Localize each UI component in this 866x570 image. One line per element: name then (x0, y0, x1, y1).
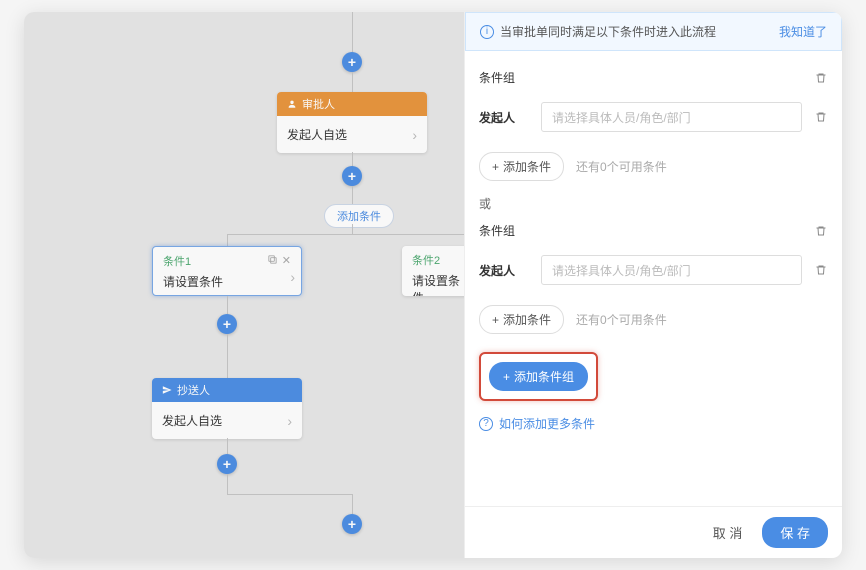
group-header: 条件组 (479, 61, 828, 94)
plus-icon: + (503, 370, 510, 384)
add-condition-row: + 添加条件 还有0个可用条件 (479, 293, 828, 346)
add-group-highlight: + 添加条件组 (479, 352, 598, 401)
copy-icon[interactable] (267, 254, 278, 268)
field-row: 发起人 请选择具体人员/角色/部门 (479, 94, 828, 140)
add-condition-button[interactable]: + 添加条件 (479, 305, 564, 334)
hint-text: 还有0个可用条件 (576, 158, 667, 175)
workflow-canvas[interactable]: + 审批人 发起人自选 › + 添加条件 (24, 12, 464, 558)
connector-line (227, 334, 228, 378)
group-header: 条件组 (479, 214, 828, 247)
approver-header-text: 审批人 (302, 96, 335, 112)
trash-icon[interactable] (814, 110, 828, 124)
connector-line (227, 296, 228, 314)
add-condition-label: 添加条件 (503, 158, 551, 175)
panel-body: 条件组 发起人 请选择具体人员/角色/部门 + 添加条件 还有0个可用条件 (465, 57, 842, 506)
field-label: 发起人 (479, 262, 529, 279)
or-separator: 或 (479, 193, 828, 214)
app-frame: + 审批人 发起人自选 › + 添加条件 (24, 12, 842, 558)
cc-header-text: 抄送人 (177, 382, 210, 398)
trash-icon[interactable] (814, 224, 828, 238)
add-node-button[interactable]: + (217, 314, 237, 334)
banner-ack-link[interactable]: 我知道了 (779, 23, 827, 40)
connector-line (227, 234, 228, 246)
approver-body-text: 发起人自选 (287, 126, 347, 143)
help-text: 如何添加更多条件 (499, 415, 595, 432)
initiator-select[interactable]: 请选择具体人员/角色/部门 (541, 102, 802, 132)
field-label: 发起人 (479, 109, 529, 126)
save-button[interactable]: 保 存 (762, 517, 828, 548)
condition-text: 请设置条件 (412, 272, 462, 296)
chevron-right-icon: › (287, 413, 292, 429)
add-condition-pill[interactable]: 添加条件 (324, 204, 394, 228)
add-node-button[interactable]: + (342, 52, 362, 72)
plus-icon: + (492, 313, 499, 327)
close-icon[interactable]: ✕ (282, 254, 291, 268)
trash-icon[interactable] (814, 263, 828, 277)
add-node-button[interactable]: + (217, 454, 237, 474)
add-node-button[interactable]: + (342, 514, 362, 534)
condition-card-1[interactable]: 条件1 ✕ 请设置条件 › (152, 246, 302, 296)
approver-node[interactable]: 审批人 发起人自选 › (277, 92, 427, 153)
connector-line (227, 234, 464, 235)
help-link[interactable]: ? 如何添加更多条件 (479, 415, 828, 432)
group-title: 条件组 (479, 222, 515, 239)
connector-line (352, 224, 353, 234)
initiator-select[interactable]: 请选择具体人员/角色/部门 (541, 255, 802, 285)
cc-body-text: 发起人自选 (162, 412, 222, 429)
add-group-label: 添加条件组 (514, 368, 574, 385)
cc-header: 抄送人 (152, 378, 302, 402)
add-condition-button[interactable]: + 添加条件 (479, 152, 564, 181)
cancel-button[interactable]: 取 消 (703, 517, 753, 548)
field-row: 发起人 请选择具体人员/角色/部门 (479, 247, 828, 293)
info-banner: i 当审批单同时满足以下条件时进入此流程 我知道了 (465, 12, 842, 51)
plus-icon: + (492, 160, 499, 174)
question-icon: ? (479, 417, 493, 431)
connector-line (227, 474, 228, 494)
chevron-right-icon: › (290, 269, 295, 285)
connector-line (352, 12, 353, 52)
condition-panel: i 当审批单同时满足以下条件时进入此流程 我知道了 条件组 发起人 请选择具体人… (464, 12, 842, 558)
approver-body: 发起人自选 › (277, 116, 427, 153)
person-icon (287, 99, 297, 109)
chevron-right-icon: › (412, 127, 417, 143)
approver-header: 审批人 (277, 92, 427, 116)
condition-text: 请设置条件 (163, 273, 291, 290)
add-condition-group-button[interactable]: + 添加条件组 (489, 362, 588, 391)
add-condition-row: + 添加条件 还有0个可用条件 (479, 140, 828, 193)
info-icon: i (480, 25, 494, 39)
send-icon (162, 385, 172, 395)
condition-title: 条件2 (412, 252, 440, 268)
connector-line (352, 494, 353, 514)
group-title: 条件组 (479, 69, 515, 86)
add-condition-label: 添加条件 (503, 311, 551, 328)
hint-text: 还有0个可用条件 (576, 311, 667, 328)
connector-line (227, 494, 352, 495)
banner-text: 当审批单同时满足以下条件时进入此流程 (500, 23, 716, 40)
add-node-button[interactable]: + (342, 166, 362, 186)
connector-line (227, 438, 228, 454)
condition-card-2[interactable]: 条件2 请设置条件 (402, 246, 464, 296)
connector-line (352, 72, 353, 92)
cc-node[interactable]: 抄送人 发起人自选 › (152, 378, 302, 439)
condition-title: 条件1 (163, 253, 191, 269)
cc-body: 发起人自选 › (152, 402, 302, 439)
panel-footer: 取 消 保 存 (465, 506, 842, 558)
trash-icon[interactable] (814, 71, 828, 85)
connector-line (352, 186, 353, 204)
